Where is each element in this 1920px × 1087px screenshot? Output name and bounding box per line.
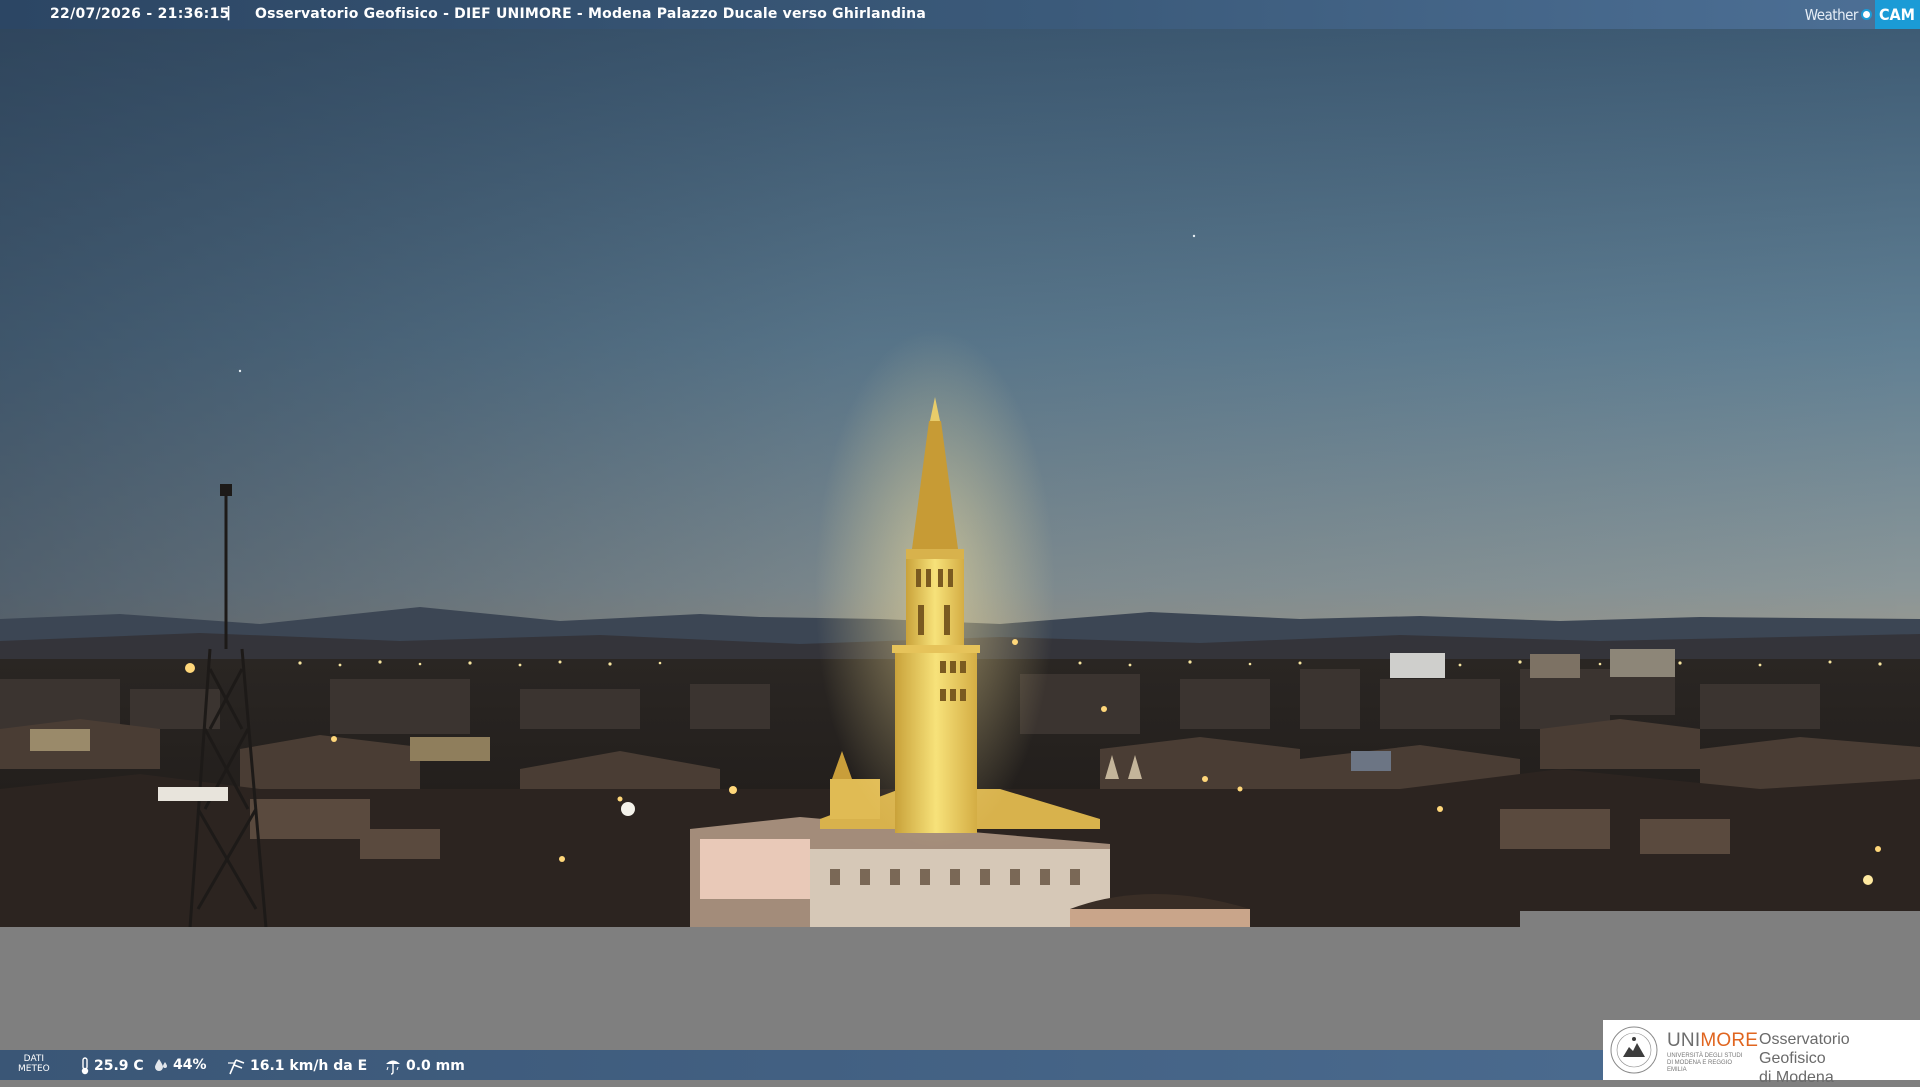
grey-band-left — [0, 1020, 1603, 1050]
meteo-data-bar: DATI METEO 25.9 C 44% 16.1 km/h da E 0.0… — [0, 1050, 1603, 1080]
unimore-uni: UNI — [1667, 1030, 1701, 1051]
brand-weather-text: Weather — [1804, 5, 1859, 24]
humidity-drop-icon — [155, 1059, 167, 1071]
meteo-label-line1: DATI — [23, 1054, 45, 1064]
rain-gauge-icon — [386, 1060, 400, 1075]
university-seal-icon — [1610, 1026, 1658, 1074]
observatory-line2: di Modena — [1759, 1069, 1834, 1086]
unimore-more: MORE — [1700, 1030, 1759, 1051]
top-info-bar: 22/07/2026 - 21:36:15 | Osservatorio Geo… — [0, 0, 1920, 29]
unimore-subtitle: UNIVERSITÀ DEGLI STUDI DI MODENA E REGGI… — [1667, 1053, 1743, 1073]
wind-icon — [228, 1059, 245, 1075]
observatory-name: Osservatorio Geofisico di Modena — [1759, 1030, 1920, 1087]
unimore-wordmark: UNIMORE UNIVERSITÀ DEGLI STUDI DI MODENA… — [1667, 1030, 1758, 1074]
meteo-label-line2: METEO — [18, 1064, 50, 1074]
wind-value: 16.1 km/h da E — [250, 1058, 368, 1074]
weathercam-logo: Weather CAM — [1805, 0, 1920, 29]
humidity-value: 44% — [173, 1057, 207, 1073]
observatory-line1: Osservatorio Geofisico — [1759, 1031, 1850, 1067]
temperature-reading: 25.9 C — [80, 1057, 144, 1075]
camera-title: Osservatorio Geofisico - DIEF UNIMORE - … — [255, 6, 926, 22]
thermometer-icon — [81, 1057, 89, 1075]
humidity-reading: 44% — [153, 1057, 207, 1073]
temperature-value: 25.9 C — [94, 1058, 144, 1074]
meteo-label: DATI METEO — [18, 1054, 50, 1074]
brand-cam-text: CAM — [1874, 0, 1920, 29]
webcam-image — [0, 29, 1920, 928]
title-separator: | — [226, 5, 232, 21]
brand-dot-icon — [1860, 9, 1872, 20]
rain-reading: 0.0 mm — [384, 1057, 465, 1075]
rain-value: 0.0 mm — [406, 1058, 465, 1074]
wind-reading: 16.1 km/h da E — [226, 1057, 367, 1075]
unimore-observatory-logo: UNIMORE UNIVERSITÀ DEGLI STUDI DI MODENA… — [1603, 1020, 1920, 1086]
grey-band — [0, 928, 1920, 1020]
timestamp: 22/07/2026 - 21:36:15 — [50, 6, 230, 22]
